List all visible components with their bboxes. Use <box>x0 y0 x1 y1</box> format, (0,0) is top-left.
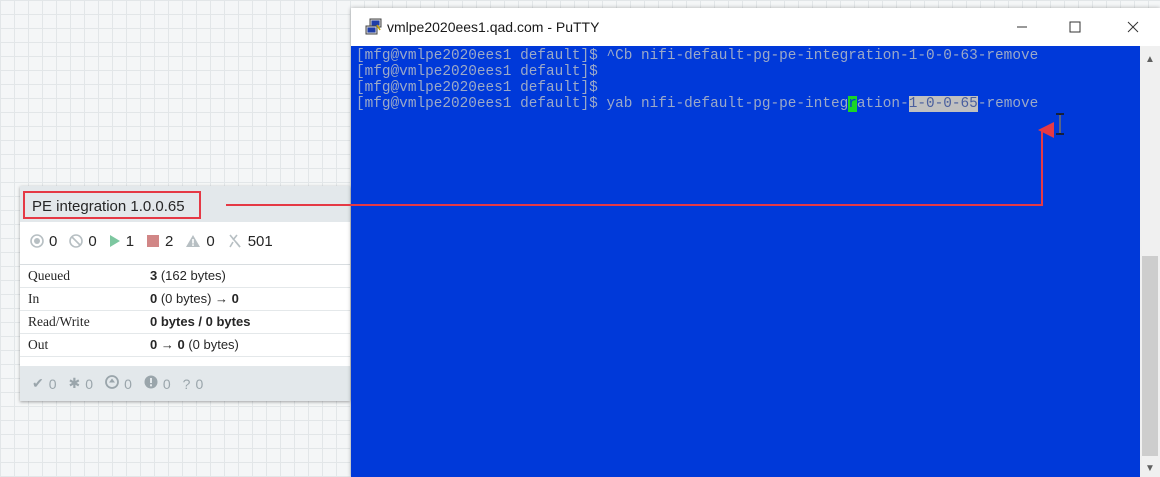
play-icon <box>109 234 121 248</box>
maximize-icon <box>1069 21 1081 33</box>
selected-text: 1-0-0-65 <box>908 96 978 112</box>
not-transmitting-stat: 0 <box>69 232 97 250</box>
terminal-current-line: [mfg@vmlpe2020ees1 default]$ yab nifi-de… <box>356 96 1039 112</box>
scroll-down-icon[interactable]: ▼ <box>1140 459 1160 477</box>
terminal-area[interactable]: [mfg@vmlpe2020ees1 default]$ ^Cb nifi-de… <box>351 46 1140 477</box>
window-title: vmlpe2020ees1.qad.com - PuTTY <box>387 19 600 35</box>
locally-modified-count: 0 <box>85 375 94 392</box>
disabled-icon <box>227 233 243 249</box>
in-value: 0 (0 bytes) → 0 <box>150 291 239 306</box>
asterisk-icon: ✱ <box>68 375 81 391</box>
scroll-up-icon[interactable]: ▲ <box>1140 50 1160 68</box>
process-group-stats: 0 0 1 2 0 501 <box>20 222 350 260</box>
stale-icon <box>105 375 119 392</box>
not-transmitting-icon <box>69 234 84 248</box>
minimize-button[interactable] <box>999 8 1045 46</box>
sync-failure-count: 0 <box>195 375 204 392</box>
queued-label: Queued <box>28 268 70 283</box>
close-button[interactable] <box>1110 8 1156 46</box>
process-group-name: PE integration 1.0.0.65 <box>23 191 201 219</box>
queued-value: 3 (162 bytes) <box>150 268 226 283</box>
putty-window[interactable]: vmlpe2020ees1.qad.com - PuTTY [mfg@vmlpe… <box>351 8 1160 477</box>
transmitting-count: 0 <box>49 232 58 250</box>
process-group-header[interactable]: PE integration 1.0.0.65 <box>20 186 350 222</box>
scrollbar-thumb[interactable] <box>1142 256 1158 456</box>
running-count: 1 <box>125 232 135 250</box>
text-cursor-icon <box>1055 113 1065 140</box>
stopped-stat: 2 <box>146 233 173 250</box>
out-row: Out 0 → 0 (0 bytes) <box>20 334 350 357</box>
maximize-button[interactable] <box>1052 8 1098 46</box>
stale-stat: 0 <box>105 375 132 392</box>
process-group[interactable]: PE integration 1.0.0.65 0 0 1 2 0 501 Qu… <box>20 186 350 401</box>
up-to-date-count: 0 <box>48 375 57 392</box>
running-stat: 1 <box>109 233 134 250</box>
in-row: In 0 (0 bytes) → 0 <box>20 288 350 311</box>
read-write-label: Read/Write <box>28 314 90 329</box>
read-write-row: Read/Write 0 bytes / 0 bytes <box>20 311 350 334</box>
out-value: 0 → 0 (0 bytes) <box>150 337 239 352</box>
stop-icon <box>146 234 160 248</box>
invalid-count: 0 <box>206 232 215 250</box>
modified-stale-count: 0 <box>162 375 171 392</box>
question-icon: ? <box>182 375 191 392</box>
disabled-stat: 501 <box>227 233 273 250</box>
warning-icon <box>185 234 201 248</box>
in-label: In <box>28 291 40 306</box>
read-write-value: 0 bytes / 0 bytes <box>150 314 251 329</box>
terminal-cursor: r <box>848 96 857 112</box>
transmitting-stat: 0 <box>30 233 57 250</box>
locally-modified-stat: ✱ 0 <box>69 375 94 392</box>
stale-count: 0 <box>124 375 132 392</box>
sync-failure-stat: ? 0 <box>183 376 204 392</box>
check-icon: ✔ <box>32 375 44 391</box>
queued-row: Queued 3 (162 bytes) <box>20 265 350 288</box>
stopped-count: 2 <box>165 232 174 250</box>
alert-icon <box>144 375 158 392</box>
minimize-icon <box>1017 26 1027 28</box>
terminal-line: [mfg@vmlpe2020ees1 default]$ ^Cb nifi-de… <box>356 48 1039 64</box>
process-group-status-table: Queued 3 (162 bytes) In 0 (0 bytes) → 0 … <box>20 264 350 357</box>
version-control-stats: ✔ 0 ✱ 0 0 0 ? 0 <box>20 366 350 401</box>
modified-stale-stat: 0 <box>144 375 171 392</box>
terminal-line: [mfg@vmlpe2020ees1 default]$ <box>356 64 598 80</box>
transmitting-icon <box>30 234 44 248</box>
not-transmitting-count: 0 <box>88 232 97 250</box>
up-to-date-stat: ✔ 0 <box>32 375 57 392</box>
vertical-scrollbar[interactable]: ▲ ▼ <box>1140 46 1160 477</box>
disabled-count: 501 <box>247 232 273 250</box>
putty-icon <box>365 18 383 36</box>
title-bar[interactable]: vmlpe2020ees1.qad.com - PuTTY <box>351 8 1160 46</box>
invalid-stat: 0 <box>185 232 215 250</box>
terminal-line: [mfg@vmlpe2020ees1 default]$ <box>356 80 598 96</box>
close-icon <box>1127 21 1139 33</box>
out-label: Out <box>28 337 49 352</box>
